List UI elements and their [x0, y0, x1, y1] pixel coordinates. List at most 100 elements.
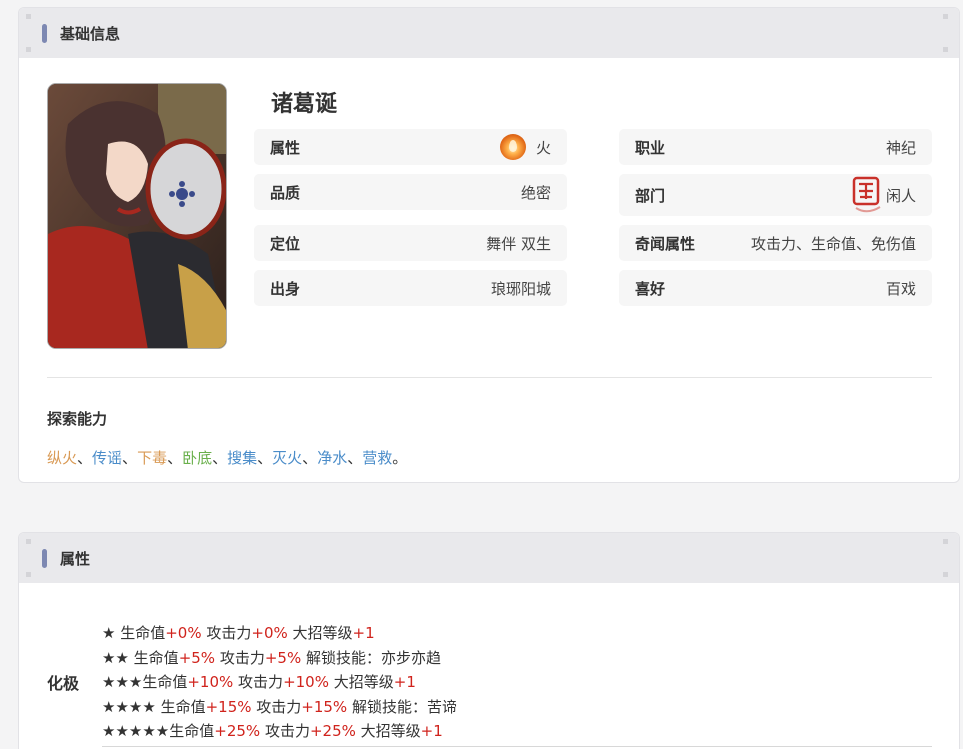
explore-separator: 、 [122, 449, 138, 467]
star-upgrade-line: ★★★★ 生命值+15% 攻击力+15% 解锁技能：苦谛 [102, 695, 457, 720]
stat-label: 生命值 [169, 722, 215, 740]
stat-label: 攻击力 [215, 648, 265, 667]
corner-dot [943, 47, 948, 52]
explore-separator: 。 [392, 449, 408, 467]
row-label: 出身 [270, 279, 301, 298]
section-title: 属性 [60, 549, 91, 568]
row-job: 职业 神纪 [619, 129, 932, 165]
star-rating: ★★ [102, 648, 134, 667]
star-upgrade-list: ★ 生命值+0% 攻击力+0% 大招等级+1 ★★ 生命值+5% 攻击力+5% 解… [102, 621, 457, 744]
explore-ability[interactable]: 净水 [317, 449, 347, 467]
stat-label: 大招等级 [355, 722, 421, 740]
star-upgrade-line: ★★★★★生命值+25% 攻击力+25% 大招等级+1 [102, 719, 457, 744]
section-accent-bar [42, 23, 47, 43]
row-value: 神纪 [885, 138, 916, 157]
star-rating: ★ [102, 624, 121, 642]
stat-label: 生命值 [160, 697, 206, 716]
explore-ability[interactable]: 纵火 [47, 449, 77, 467]
row-origin: 出身 琅琊阳城 [254, 270, 567, 306]
bonus-value: +10% [283, 673, 329, 691]
row-label: 奇闻属性 [635, 234, 696, 253]
stat-label: 大招等级 [287, 624, 353, 642]
row-department: 部门 闲人 [619, 174, 932, 216]
row-value: 琅琊阳城 [490, 279, 551, 298]
bonus-value: +25% [214, 722, 261, 740]
row-value: 百戏 [885, 279, 916, 298]
corner-dot [26, 572, 31, 577]
corner-dot [943, 539, 948, 544]
star-rating: ★★★ [102, 673, 143, 691]
star-upgrade-line: ★★★生命值+10% 攻击力+10% 大招等级+1 [102, 670, 457, 695]
row-position: 定位 舞伴 双生 [254, 225, 567, 261]
explore-separator: 、 [77, 449, 93, 467]
corner-dot [26, 47, 31, 52]
row-label: 喜好 [635, 279, 666, 298]
basic-info-card: 基础信息 诸葛诞 属性 火 品质 绝密 定位 舞伴 双生 出身 琅琊阳城 职业 … [18, 7, 960, 483]
bonus-value: +5% [264, 648, 302, 667]
bonus-value: +25% [309, 722, 356, 740]
star-upgrade-line: ★★ 生命值+5% 攻击力+5% 解锁技能：亦步亦趋 [102, 646, 457, 671]
bonus-value: +1 [352, 624, 375, 642]
corner-dot [943, 572, 948, 577]
row-value: 攻击力、生命值、免伤值 [750, 234, 916, 253]
explore-separator: 、 [257, 449, 273, 467]
stat-label: 大招等级 [328, 673, 394, 691]
fire-element-icon [499, 134, 526, 160]
character-name: 诸葛诞 [271, 92, 338, 117]
row-quality: 品质 绝密 [254, 174, 567, 210]
explore-ability[interactable]: 营救 [362, 449, 392, 467]
department-value: 闲人 [885, 186, 916, 205]
bonus-value: +1 [420, 722, 443, 740]
explore-ability[interactable]: 传谣 [92, 449, 122, 467]
bonus-value: +10% [187, 673, 234, 691]
star-rating: ★★★★★ [102, 722, 170, 740]
stat-label: 攻击力 [201, 624, 252, 642]
row-value: 闲人 [850, 175, 916, 215]
star-upgrade-line: ★ 生命值+0% 攻击力+0% 大招等级+1 [102, 621, 457, 646]
explore-title: 探索能力 [47, 410, 108, 428]
bonus-value: +5% [178, 648, 216, 667]
bonus-value: +1 [393, 673, 416, 691]
row-value: 火 [499, 134, 551, 160]
section-divider [47, 377, 932, 378]
explore-ability[interactable]: 下毒 [137, 449, 167, 467]
corner-dot [26, 14, 31, 19]
stat-label: 攻击力 [260, 722, 310, 740]
corner-dot [943, 14, 948, 19]
list-underline [102, 746, 932, 747]
section-title: 基础信息 [60, 24, 121, 43]
stat-label: 解锁技能：亦步亦趋 [301, 648, 441, 667]
stat-label: 生命值 [133, 648, 179, 667]
row-value: 舞伴 双生 [486, 234, 551, 253]
attributes-header: 属性 [19, 533, 959, 583]
stat-label: 攻击力 [251, 697, 302, 716]
stat-label: 攻击力 [233, 673, 284, 691]
section-accent-bar [42, 548, 47, 568]
row-label: 部门 [635, 186, 666, 205]
row-hobby: 喜好 百戏 [619, 270, 932, 306]
explore-separator: 、 [347, 449, 363, 467]
department-seal-icon [852, 176, 881, 213]
explore-separator: 、 [212, 449, 228, 467]
stat-label: 解锁技能：苦谛 [347, 697, 457, 716]
bonus-value: +0% [251, 624, 288, 642]
row-value: 绝密 [520, 183, 551, 202]
row-attribute: 属性 火 [254, 129, 567, 165]
explore-abilities-list: 纵火、传谣、下毒、卧底、搜集、灭火、净水、营救。 [47, 447, 407, 468]
star-rating: ★★★★ [102, 697, 161, 716]
basic-info-header: 基础信息 [19, 8, 959, 58]
row-label: 职业 [635, 138, 666, 157]
row-anecdote: 奇闻属性 攻击力、生命值、免伤值 [619, 225, 932, 261]
stat-label: 生命值 [120, 624, 166, 642]
bonus-value: +0% [165, 624, 202, 642]
bonus-value: +15% [301, 697, 348, 716]
character-portrait-image [48, 84, 226, 348]
explore-ability[interactable]: 灭火 [272, 449, 302, 467]
corner-dot [26, 539, 31, 544]
row-label: 属性 [270, 138, 301, 157]
bonus-value: +15% [205, 697, 252, 716]
attributes-card: 属性 化极 ★ 生命值+0% 攻击力+0% 大招等级+1 ★★ 生命值+5% 攻击… [18, 532, 960, 749]
explore-separator: 、 [302, 449, 318, 467]
explore-ability[interactable]: 卧底 [182, 449, 212, 467]
explore-ability[interactable]: 搜集 [227, 449, 257, 467]
